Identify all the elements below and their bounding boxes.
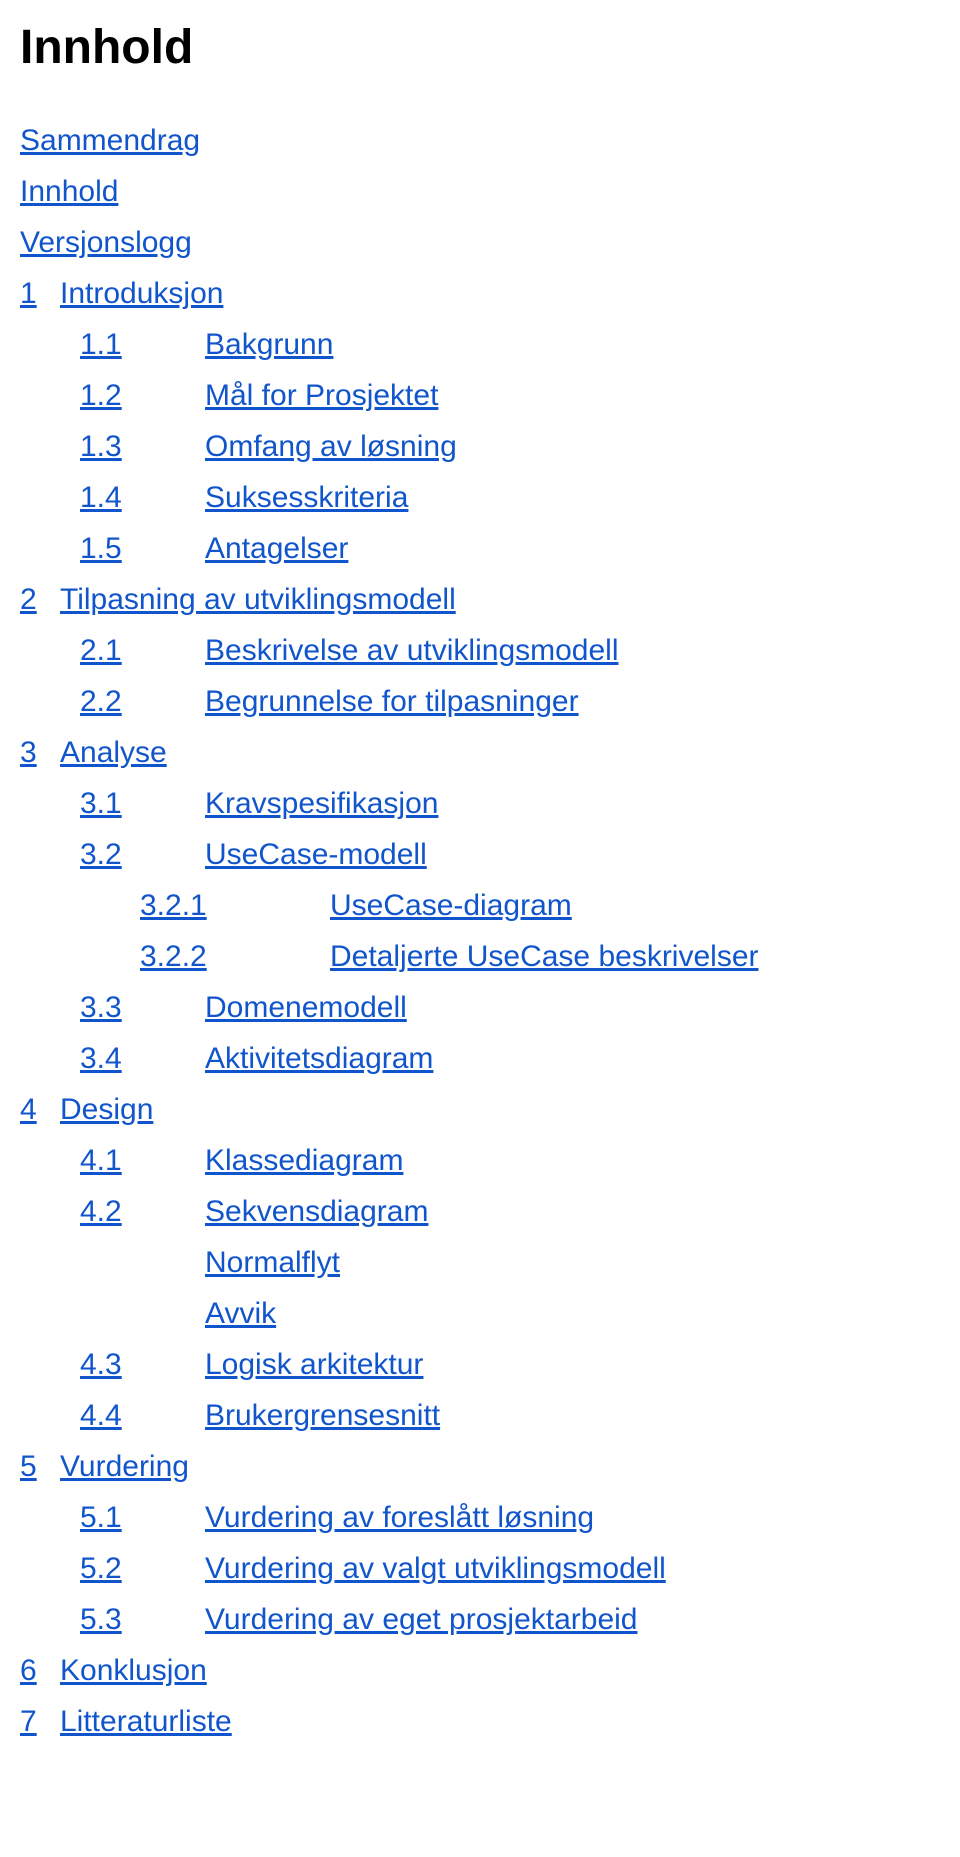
toc-num-2[interactable]: 2: [20, 574, 60, 625]
toc-link-litteraturliste[interactable]: Litteraturliste: [60, 1696, 232, 1747]
toc-link-kravspesifikasjon[interactable]: Kravspesifikasjon: [205, 778, 438, 829]
toc-num-3-3[interactable]: 3.3: [80, 982, 205, 1033]
toc-num-3-2-2[interactable]: 3.2.2: [140, 931, 330, 982]
toc-link-aktivitetsdiagram[interactable]: Aktivitetsdiagram: [205, 1033, 433, 1084]
toc-link-brukergrensesnitt[interactable]: Brukergrensesnitt: [205, 1390, 440, 1441]
toc-link-antagelser[interactable]: Antagelser: [205, 523, 348, 574]
toc-link-vurdering-av-foreslatt-losning[interactable]: Vurdering av foreslått løsning: [205, 1492, 594, 1543]
toc-num-3[interactable]: 3: [20, 727, 60, 778]
toc-num-3-1[interactable]: 3.1: [80, 778, 205, 829]
toc-link-tilpasning-av-utviklingsmodell[interactable]: Tilpasning av utviklingsmodell: [60, 574, 456, 625]
toc-num-2-1[interactable]: 2.1: [80, 625, 205, 676]
toc-link-vurdering[interactable]: Vurdering: [60, 1441, 189, 1492]
toc-link-mal-for-prosjektet[interactable]: Mål for Prosjektet: [205, 370, 438, 421]
toc-num-1-4[interactable]: 1.4: [80, 472, 205, 523]
toc-num-3-2-1[interactable]: 3.2.1: [140, 880, 330, 931]
toc-num-1-3[interactable]: 1.3: [80, 421, 205, 472]
toc-num-1-5[interactable]: 1.5: [80, 523, 205, 574]
toc-link-omfang-av-losning[interactable]: Omfang av løsning: [205, 421, 457, 472]
toc-link-vurdering-av-valgt-utviklingsmodell[interactable]: Vurdering av valgt utviklingsmodell: [205, 1543, 666, 1594]
toc-num-1-2[interactable]: 1.2: [80, 370, 205, 421]
toc-link-introduksjon[interactable]: Introduksjon: [60, 268, 223, 319]
toc-num-4-3[interactable]: 4.3: [80, 1339, 205, 1390]
toc-link-suksesskriteria[interactable]: Suksesskriteria: [205, 472, 408, 523]
toc-num-7[interactable]: 7: [20, 1696, 60, 1747]
toc-num-5-1[interactable]: 5.1: [80, 1492, 205, 1543]
toc-num-5-2[interactable]: 5.2: [80, 1543, 205, 1594]
toc-link-detaljerte-usecase-beskrivelser[interactable]: Detaljerte UseCase beskrivelser: [330, 931, 759, 982]
toc-link-bakgrunn[interactable]: Bakgrunn: [205, 319, 333, 370]
toc-link-begrunnelse-for-tilpasninger[interactable]: Begrunnelse for tilpasninger: [205, 676, 579, 727]
toc-link-konklusjon[interactable]: Konklusjon: [60, 1645, 207, 1696]
toc-num-1[interactable]: 1: [20, 268, 60, 319]
toc-link-sekvensdiagram[interactable]: Sekvensdiagram: [205, 1186, 428, 1237]
toc-num-3-4[interactable]: 3.4: [80, 1033, 205, 1084]
toc-num-4-4[interactable]: 4.4: [80, 1390, 205, 1441]
toc-link-versjonslogg[interactable]: Versjonslogg: [20, 217, 192, 268]
toc-link-logisk-arkitektur[interactable]: Logisk arkitektur: [205, 1339, 423, 1390]
page-title: Innhold: [20, 20, 940, 75]
toc-num-5[interactable]: 5: [20, 1441, 60, 1492]
toc-num-5-3[interactable]: 5.3: [80, 1594, 205, 1645]
toc-num-1-1[interactable]: 1.1: [80, 319, 205, 370]
toc-link-innhold[interactable]: Innhold: [20, 166, 118, 217]
toc-num-4-2[interactable]: 4.2: [80, 1186, 205, 1237]
toc-num-2-2[interactable]: 2.2: [80, 676, 205, 727]
toc-link-design[interactable]: Design: [60, 1084, 153, 1135]
toc-num-4-1[interactable]: 4.1: [80, 1135, 205, 1186]
toc-num-3-2[interactable]: 3.2: [80, 829, 205, 880]
toc-link-usecase-diagram[interactable]: UseCase-diagram: [330, 880, 572, 931]
toc-link-usecase-modell[interactable]: UseCase-modell: [205, 829, 427, 880]
toc-link-avvik[interactable]: Avvik: [205, 1288, 276, 1339]
toc-link-normalflyt[interactable]: Normalflyt: [205, 1237, 340, 1288]
toc-num-4[interactable]: 4: [20, 1084, 60, 1135]
toc-link-domenemodell[interactable]: Domenemodell: [205, 982, 407, 1033]
toc-link-klassediagram[interactable]: Klassediagram: [205, 1135, 403, 1186]
toc-link-vurdering-av-eget-prosjektarbeid[interactable]: Vurdering av eget prosjektarbeid: [205, 1594, 637, 1645]
toc-link-beskrivelse-av-utviklingsmodell[interactable]: Beskrivelse av utviklingsmodell: [205, 625, 619, 676]
toc-link-sammendrag[interactable]: Sammendrag: [20, 115, 200, 166]
toc-link-analyse[interactable]: Analyse: [60, 727, 167, 778]
toc-num-6[interactable]: 6: [20, 1645, 60, 1696]
toc-container: Sammendrag Innhold Versjonslogg 1 Introd…: [20, 115, 940, 1747]
